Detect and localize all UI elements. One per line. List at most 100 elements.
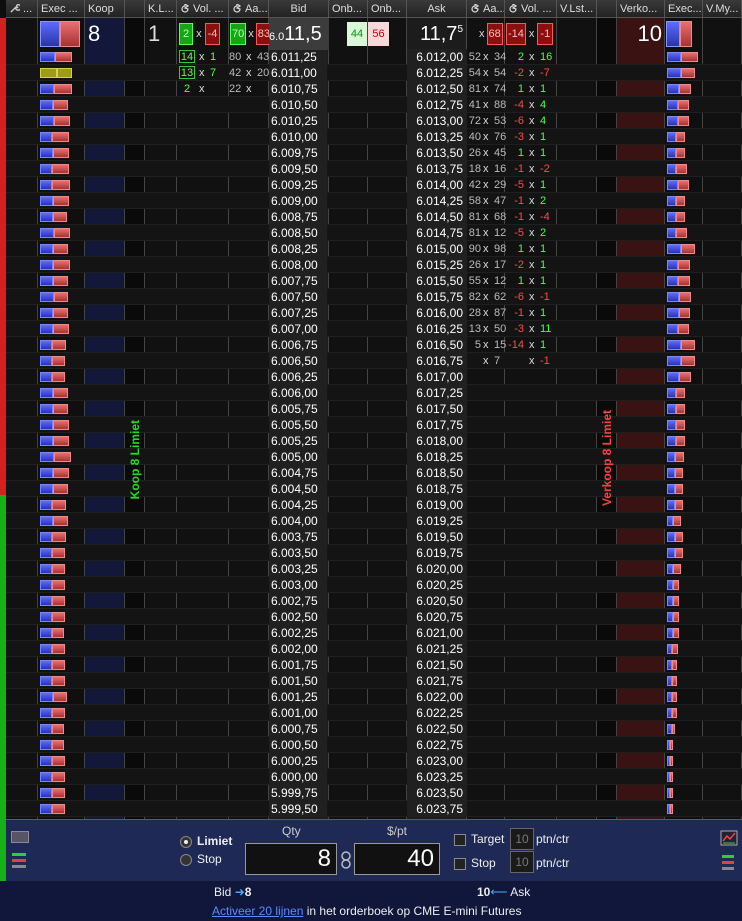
- bid-price[interactable]: 5.999,75: [269, 785, 327, 801]
- ask-price[interactable]: 6.013,00: [407, 113, 467, 129]
- bid-price[interactable]: 6.000,25: [269, 753, 327, 769]
- col-header-ask[interactable]: Ask: [407, 0, 467, 18]
- ask-price[interactable]: 6.014,25: [407, 193, 467, 209]
- ask-price[interactable]: 6.018,25: [407, 449, 467, 465]
- activate-lines-link[interactable]: Activeer 20 lijnen: [212, 904, 303, 918]
- bid-price[interactable]: 6.007,75: [269, 273, 327, 289]
- order-settings-icon[interactable]: [10, 851, 30, 869]
- bid-price[interactable]: 6.005,00: [269, 449, 327, 465]
- ask-price[interactable]: 6.022,00: [407, 689, 467, 705]
- bid-price[interactable]: 6.003,25: [269, 561, 327, 577]
- ask-price[interactable]: 6.015,25: [407, 257, 467, 273]
- ask-price[interactable]: 6.013,50: [407, 145, 467, 161]
- col-header-vmy[interactable]: V.My...: [703, 0, 742, 18]
- col-header-buy[interactable]: Koop: [85, 0, 125, 18]
- ask-price[interactable]: 6.023,50: [407, 785, 467, 801]
- bid-price[interactable]: 6.008,50: [269, 225, 327, 241]
- qty-input[interactable]: 8: [245, 843, 337, 875]
- ask-price[interactable]: 6.016,25: [407, 321, 467, 337]
- ask-price[interactable]: 6.019,75: [407, 545, 467, 561]
- bid-price[interactable]: 6.004,00: [269, 513, 327, 529]
- reset-icon[interactable]: [508, 3, 518, 14]
- ask-price[interactable]: 6.012,50: [407, 81, 467, 97]
- bid-price[interactable]: 6.003,50: [269, 545, 327, 561]
- ask-price[interactable]: 6.020,25: [407, 577, 467, 593]
- ask-price[interactable]: 6.023,75: [407, 801, 467, 817]
- ask-price[interactable]: 6.020,00: [407, 561, 467, 577]
- ask-price[interactable]: 6.020,75: [407, 609, 467, 625]
- bid-price[interactable]: 6.010,75: [269, 81, 327, 97]
- bid-price[interactable]: 6.007,50: [269, 289, 327, 305]
- bid-price[interactable]: 6.008,75: [269, 209, 327, 225]
- ask-price[interactable]: 6.014,75: [407, 225, 467, 241]
- bid-price[interactable]: 6.000,00: [269, 769, 327, 785]
- ask-price[interactable]: 6.022,25: [407, 705, 467, 721]
- col-header-sell[interactable]: Verko...: [617, 0, 665, 18]
- ask-price[interactable]: 6.016,75: [407, 353, 467, 369]
- bid-price[interactable]: 6.001,75: [269, 657, 327, 673]
- bid-price[interactable]: 6.007,25: [269, 305, 327, 321]
- ask-price[interactable]: 6.022,50: [407, 721, 467, 737]
- ask-price[interactable]: 6.021,00: [407, 625, 467, 641]
- bid-price[interactable]: 6.001,00: [269, 705, 327, 721]
- bid-price[interactable]: 6.009,25: [269, 177, 327, 193]
- ask-price[interactable]: 6.015,50: [407, 273, 467, 289]
- link-icon[interactable]: [340, 851, 352, 869]
- stop-input[interactable]: 10: [510, 851, 534, 873]
- ask-price[interactable]: 6.018,00: [407, 433, 467, 449]
- keyboard-icon[interactable]: [11, 831, 29, 843]
- col-header-exec-sell[interactable]: Exec...: [665, 0, 703, 18]
- bid-price[interactable]: 6.002,00: [269, 641, 327, 657]
- ask-price[interactable]: 6.017,25: [407, 385, 467, 401]
- bid-price[interactable]: 6.004,50: [269, 481, 327, 497]
- bid-price[interactable]: 6.004,25: [269, 497, 327, 513]
- bid-price[interactable]: 6.002,50: [269, 609, 327, 625]
- target-input[interactable]: 10: [510, 828, 534, 850]
- settings-header[interactable]: ...: [6, 0, 38, 18]
- ask-price[interactable]: 6.022,75: [407, 737, 467, 753]
- bid-price[interactable]: 6.010,25: [269, 113, 327, 129]
- col-header-vol-left[interactable]: Vol. ...: [177, 0, 229, 18]
- bid-price[interactable]: 6.009,50: [269, 161, 327, 177]
- bid-price[interactable]: 6.004,75: [269, 465, 327, 481]
- reset-icon[interactable]: [232, 3, 242, 14]
- ask-price[interactable]: 6.015,75: [407, 289, 467, 305]
- reset-icon[interactable]: [180, 3, 190, 14]
- bid-price[interactable]: 6.008,25: [269, 241, 327, 257]
- bid-price[interactable]: 6.002,75: [269, 593, 327, 609]
- bid-price[interactable]: 6.011,00: [269, 65, 327, 81]
- col-header-aa-left[interactable]: Aa...: [229, 0, 269, 18]
- ask-price[interactable]: 6.018,75: [407, 481, 467, 497]
- ask-price[interactable]: 6.017,50: [407, 401, 467, 417]
- bid-price[interactable]: 6.006,75: [269, 337, 327, 353]
- transfer-icon[interactable]: [720, 853, 738, 871]
- bid-price[interactable]: 6.005,50: [269, 417, 327, 433]
- col-header-vol-right[interactable]: Vol. ...: [505, 0, 557, 18]
- reset-icon[interactable]: [470, 3, 480, 14]
- ask-price[interactable]: 6.017,75: [407, 417, 467, 433]
- col-header-exec-buy[interactable]: Exec ...: [38, 0, 85, 18]
- limit-radio[interactable]: [180, 836, 192, 848]
- ask-price[interactable]: 6.013,25: [407, 129, 467, 145]
- bid-price[interactable]: 6.001,50: [269, 673, 327, 689]
- bid-price[interactable]: 6.003,75: [269, 529, 327, 545]
- bid-price[interactable]: 6.005,25: [269, 433, 327, 449]
- col-header-bid[interactable]: Bid: [269, 0, 329, 18]
- col-header-onb-right[interactable]: Onb...: [368, 0, 407, 18]
- bid-price[interactable]: 6.010,00: [269, 129, 327, 145]
- bid-price[interactable]: 6.006,50: [269, 353, 327, 369]
- col-header-onb-left[interactable]: Onb...: [329, 0, 368, 18]
- price-input[interactable]: 40: [354, 843, 440, 875]
- bid-price[interactable]: 6.006,25: [269, 369, 327, 385]
- ask-price[interactable]: 6.012,75: [407, 97, 467, 113]
- ask-price[interactable]: 6.020,50: [407, 593, 467, 609]
- bid-price[interactable]: 6.007,00: [269, 321, 327, 337]
- bid-price[interactable]: 5.999,50: [269, 801, 327, 817]
- ask-price[interactable]: 6.017,00: [407, 369, 467, 385]
- ask-price[interactable]: 6.019,25: [407, 513, 467, 529]
- ask-price[interactable]: 6.012,00: [407, 49, 467, 65]
- col-header-kl[interactable]: K.L...: [145, 0, 177, 18]
- ask-price[interactable]: 6.016,50: [407, 337, 467, 353]
- ask-price[interactable]: 6.015,00: [407, 241, 467, 257]
- bid-price[interactable]: 6.006,00: [269, 385, 327, 401]
